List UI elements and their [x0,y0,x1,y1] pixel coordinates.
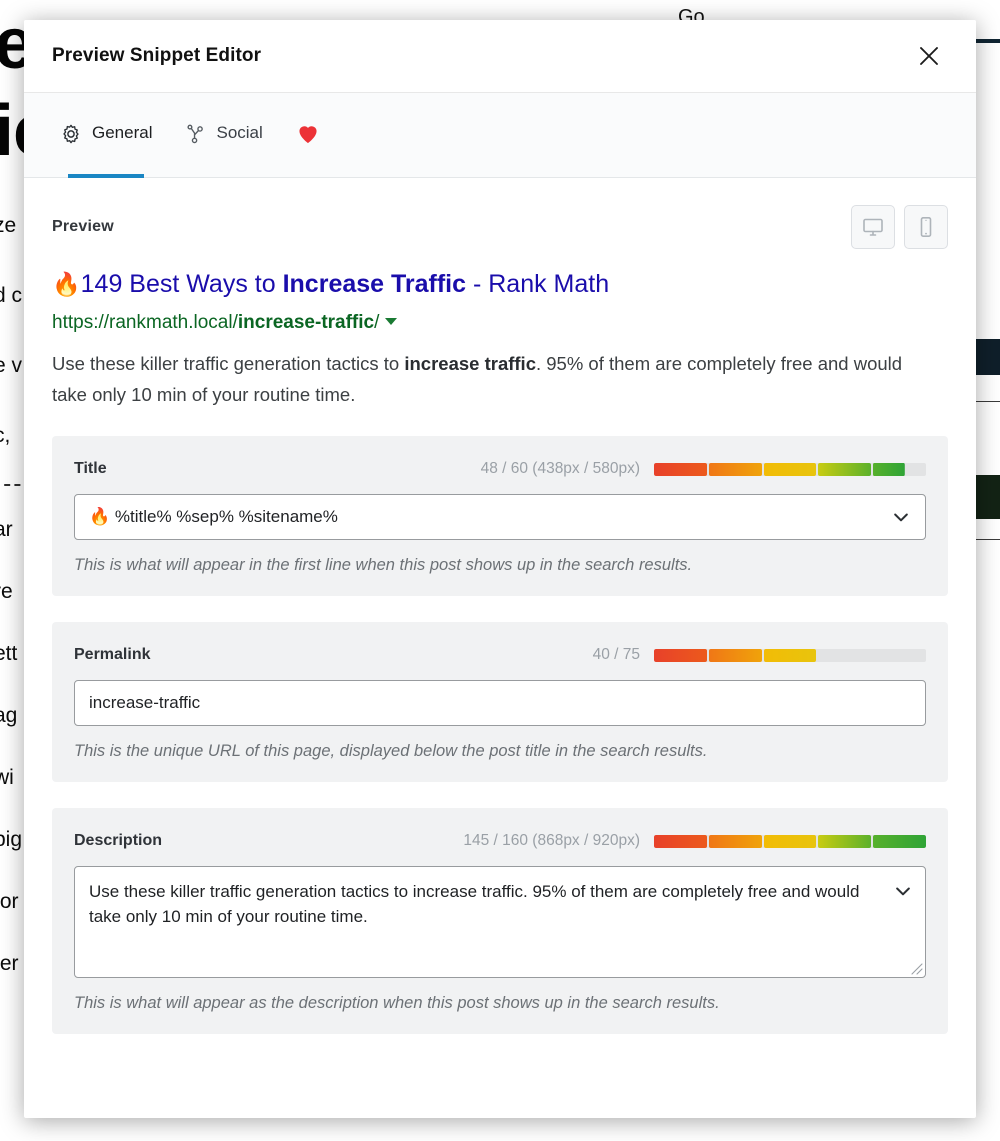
meter-segment [763,648,817,662]
field-title-meter [654,462,926,476]
field-card-title: Title 48 / 60 (438px / 580px) 🔥 %title% … [52,436,948,596]
field-title-header: Title 48 / 60 (438px / 580px) [74,458,926,480]
chevron-down-icon[interactable] [893,881,913,901]
preview-header: Preview [52,204,948,250]
meter-segment [873,834,926,848]
meter-segment [708,834,762,848]
device-toggle-group [851,205,948,249]
chevron-down-icon[interactable] [891,507,911,527]
field-description-label: Description [74,832,163,849]
meter-segment [818,834,872,848]
serp-url[interactable]: https://rankmath.local/increase-traffic/ [52,310,948,336]
device-desktop-button[interactable] [851,205,895,249]
description-textarea[interactable]: Use these killer traffic generation tact… [74,866,926,978]
field-permalink-label: Permalink [74,646,151,663]
meter-segment [818,462,872,476]
close-button[interactable] [910,37,948,75]
field-title-label: Title [74,460,107,477]
field-permalink-header: Permalink 40 / 75 [74,644,926,666]
field-card-description: Description 145 / 160 (868px / 920px) Us… [52,808,948,1034]
serp-title[interactable]: 🔥149 Best Ways to Increase Traffic - Ran… [52,268,948,300]
tab-social-label: Social [216,123,263,142]
tab-general-label: General [92,123,153,142]
resize-handle-icon[interactable] [909,961,923,975]
field-permalink-meter [654,648,926,662]
permalink-input-value: increase-traffic [89,693,201,712]
tab-general[interactable]: General [44,93,168,178]
tab-social[interactable]: Social [168,93,278,177]
close-icon [920,47,938,65]
meter-segment [873,649,926,662]
serp-url-slug: increase-traffic [237,312,375,333]
modal-body: Preview 🔥149 Best Ways to Increase Traff… [24,178,976,1118]
modal-tab-bar: General Social [24,93,976,178]
meter-segment [708,462,762,476]
title-input[interactable]: 🔥 %title% %sep% %sitename% [74,494,926,540]
meter-segment [708,648,762,662]
field-description-counter: 145 / 160 (868px / 920px) [463,832,640,849]
field-description-meter [654,834,926,848]
meter-segment [763,462,817,476]
share-nodes-icon [187,124,204,144]
meter-segment [763,834,817,848]
gear-icon [63,124,79,144]
serp-url-base: https://rankmath.local/ [52,312,238,333]
desktop-icon [863,218,883,236]
serp-description: Use these killer traffic generation tact… [52,348,932,410]
field-title-counter: 48 / 60 (438px / 580px) [480,460,640,477]
preview-snippet-editor-modal: Preview Snippet Editor General Social Pr… [24,20,976,1118]
permalink-input[interactable]: increase-traffic [74,680,926,726]
modal-title: Preview Snippet Editor [52,45,262,66]
meter-segment [654,834,707,848]
serp-desc-plain-1: Use these killer traffic generation tact… [52,353,405,374]
serp-preview: 🔥149 Best Ways to Increase Traffic - Ran… [52,268,948,410]
serp-title-plain-1: 149 Best Ways to [80,270,283,298]
device-mobile-button[interactable] [904,205,948,249]
description-textarea-value: Use these killer traffic generation tact… [89,882,860,926]
fire-emoji-icon: 🔥 [52,271,81,297]
meter-segment [873,462,905,476]
field-permalink-help: This is the unique URL of this page, dis… [74,742,708,760]
field-description-help: This is what will appear as the descript… [74,994,720,1012]
preview-heading: Preview [52,218,114,235]
field-description-header: Description 145 / 160 (868px / 920px) [74,830,926,852]
meter-segment [654,462,707,476]
chevron-down-icon[interactable] [385,318,398,325]
modal-header: Preview Snippet Editor [24,20,976,93]
tab-favorite[interactable] [279,93,333,177]
heart-icon [299,126,317,144]
serp-title-bold: Increase Traffic [282,270,467,298]
serp-desc-bold: increase traffic [404,353,536,374]
mobile-icon [920,216,932,237]
meter-segment [654,648,707,662]
serp-title-plain-2: - Rank Math [466,270,610,298]
serp-url-tail: / [374,312,380,333]
meter-segment [818,649,871,662]
title-input-value: 🔥 %title% %sep% %sitename% [89,507,338,526]
field-title-help: This is what will appear in the first li… [74,556,693,574]
field-permalink-counter: 40 / 75 [592,646,640,663]
field-card-permalink: Permalink 40 / 75 increase-traffic This … [52,622,948,782]
